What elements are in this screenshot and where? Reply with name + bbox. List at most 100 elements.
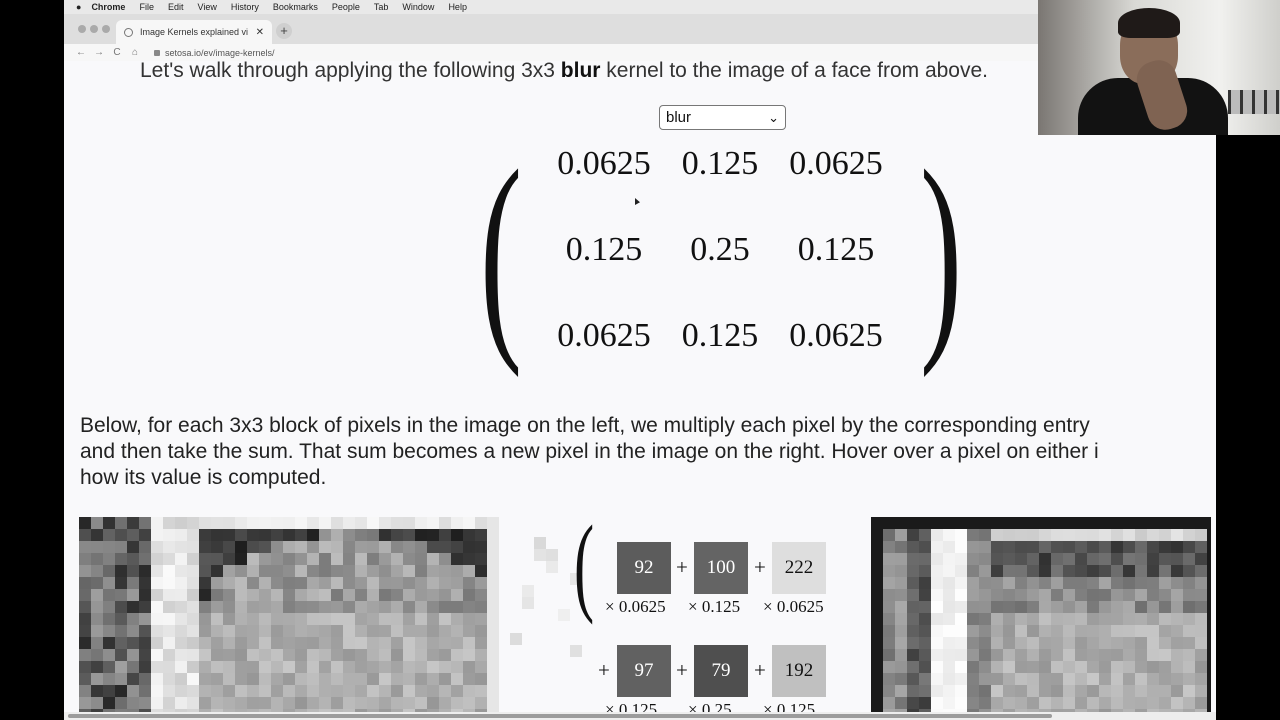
pixel[interactable]	[223, 625, 235, 637]
pixel[interactable]	[427, 553, 439, 565]
pixel[interactable]	[979, 649, 991, 661]
pixel[interactable]	[103, 577, 115, 589]
pixel[interactable]	[271, 601, 283, 613]
pixel[interactable]	[391, 697, 403, 709]
pixel[interactable]	[403, 673, 415, 685]
pixel[interactable]	[943, 529, 955, 541]
pixel[interactable]	[283, 589, 295, 601]
pixel[interactable]	[331, 673, 343, 685]
pixel[interactable]	[1051, 625, 1063, 637]
pixel[interactable]	[1015, 625, 1027, 637]
pixel[interactable]	[271, 697, 283, 709]
pixel[interactable]	[379, 697, 391, 709]
pixel[interactable]	[199, 553, 211, 565]
pixel[interactable]	[151, 661, 163, 673]
pixel[interactable]	[1171, 685, 1183, 697]
pixel[interactable]	[487, 553, 499, 565]
pixel[interactable]	[403, 601, 415, 613]
pixel[interactable]	[403, 529, 415, 541]
pixel[interactable]	[343, 541, 355, 553]
pixel[interactable]	[103, 697, 115, 709]
pixel[interactable]	[175, 637, 187, 649]
pixel[interactable]	[331, 589, 343, 601]
pixel[interactable]	[403, 637, 415, 649]
pixel[interactable]	[391, 685, 403, 697]
pixel[interactable]	[211, 613, 223, 625]
pixel[interactable]	[235, 589, 247, 601]
pixel[interactable]	[1003, 613, 1015, 625]
pixel[interactable]	[1123, 553, 1135, 565]
pixel[interactable]	[1159, 685, 1171, 697]
pixel[interactable]	[883, 637, 895, 649]
pixel[interactable]	[1015, 685, 1027, 697]
pixel[interactable]	[1183, 601, 1195, 613]
pixel[interactable]	[943, 601, 955, 613]
pixel[interactable]	[331, 577, 343, 589]
pixel[interactable]	[1063, 637, 1075, 649]
pixel[interactable]	[1015, 589, 1027, 601]
pixel[interactable]	[139, 517, 151, 529]
pixel[interactable]	[271, 613, 283, 625]
pixel[interactable]	[259, 613, 271, 625]
pixel[interactable]	[379, 685, 391, 697]
pixel[interactable]	[1159, 697, 1171, 709]
pixel[interactable]	[1147, 625, 1159, 637]
pixel[interactable]	[1039, 553, 1051, 565]
pixel[interactable]	[967, 613, 979, 625]
pixel[interactable]	[895, 625, 907, 637]
pixel[interactable]	[1003, 637, 1015, 649]
pixel[interactable]	[1111, 649, 1123, 661]
pixel[interactable]	[1051, 553, 1063, 565]
pixel[interactable]	[1063, 553, 1075, 565]
pixel[interactable]	[379, 529, 391, 541]
pixel[interactable]	[379, 589, 391, 601]
pixel[interactable]	[427, 649, 439, 661]
pixel[interactable]	[187, 673, 199, 685]
pixel[interactable]	[211, 661, 223, 673]
pixel[interactable]	[1195, 589, 1207, 601]
pixel[interactable]	[1063, 613, 1075, 625]
pixel[interactable]	[463, 529, 475, 541]
pixel[interactable]	[91, 673, 103, 685]
pixel[interactable]	[1087, 601, 1099, 613]
pixel[interactable]	[151, 589, 163, 601]
pixel[interactable]	[175, 553, 187, 565]
pixel[interactable]	[331, 613, 343, 625]
pixel[interactable]	[127, 673, 139, 685]
pixel[interactable]	[199, 517, 211, 529]
pixel[interactable]	[139, 637, 151, 649]
pixel[interactable]	[355, 649, 367, 661]
pixel[interactable]	[367, 529, 379, 541]
pixel[interactable]	[259, 541, 271, 553]
pixel[interactable]	[283, 613, 295, 625]
pixel[interactable]	[895, 565, 907, 577]
pixel[interactable]	[247, 685, 259, 697]
pixel[interactable]	[367, 517, 379, 529]
pixel[interactable]	[1147, 541, 1159, 553]
pixel[interactable]	[1183, 673, 1195, 685]
pixel[interactable]	[391, 613, 403, 625]
pixel[interactable]	[1039, 613, 1051, 625]
pixel[interactable]	[1111, 613, 1123, 625]
pixel[interactable]	[235, 697, 247, 709]
pixel[interactable]	[259, 685, 271, 697]
forward-button[interactable]: →	[90, 47, 108, 58]
pixel[interactable]	[115, 577, 127, 589]
pixel[interactable]	[1003, 697, 1015, 709]
pixel[interactable]	[991, 649, 1003, 661]
pixel[interactable]	[1135, 613, 1147, 625]
pixel[interactable]	[163, 697, 175, 709]
pixel[interactable]	[235, 517, 247, 529]
pixel[interactable]	[295, 613, 307, 625]
pixel[interactable]	[211, 673, 223, 685]
pixel[interactable]	[187, 565, 199, 577]
pixel[interactable]	[1063, 649, 1075, 661]
pixel[interactable]	[199, 625, 211, 637]
apple-icon[interactable]: ●	[76, 2, 81, 12]
pixel[interactable]	[103, 661, 115, 673]
pixel[interactable]	[1123, 577, 1135, 589]
pixel[interactable]	[475, 577, 487, 589]
pixel[interactable]	[1063, 601, 1075, 613]
pixel[interactable]	[943, 625, 955, 637]
pixel[interactable]	[943, 697, 955, 709]
